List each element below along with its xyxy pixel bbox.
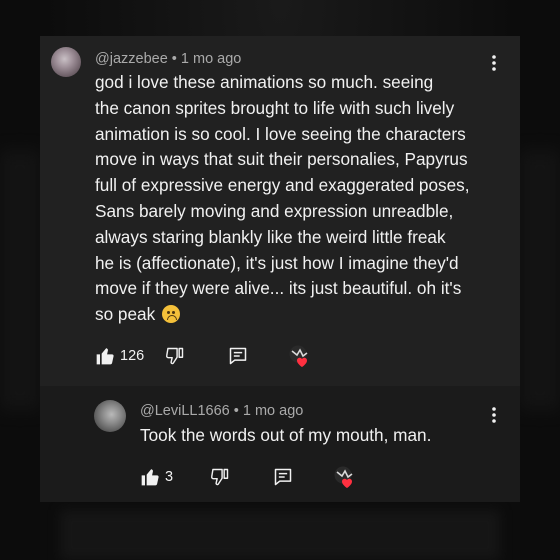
comment-body: god i love these animations so much. see…	[95, 72, 470, 325]
comment-meta: @jazzebee • 1 mo ago	[95, 51, 241, 67]
thumb-down-icon[interactable]	[210, 467, 230, 487]
creator-heart-icon	[289, 345, 311, 367]
reply-text: Took the words out of my mouth, man.	[140, 425, 432, 445]
like-count: 3	[165, 469, 174, 485]
avatar[interactable]	[51, 47, 81, 77]
meta-separator: •	[167, 51, 181, 67]
reply-meta: @LeviLL1666 • 1 mo ago	[140, 403, 303, 419]
reply-time[interactable]: 1 mo ago	[243, 403, 303, 419]
thumb-up-icon[interactable]	[140, 467, 160, 487]
comment-text: god i love these animations so much. see…	[95, 70, 505, 328]
thumb-down-icon[interactable]	[165, 346, 185, 366]
more-vert-icon[interactable]	[488, 406, 500, 424]
like-count: 126	[120, 348, 145, 364]
avatar[interactable]	[94, 400, 126, 432]
background-blur-strip	[520, 150, 560, 410]
comment-time[interactable]: 1 mo ago	[181, 51, 241, 67]
background-blur-strip	[60, 510, 500, 560]
meta-separator: •	[229, 403, 243, 419]
creator-heart-icon	[334, 466, 356, 488]
thumb-up-icon[interactable]	[95, 346, 115, 366]
reply-icon[interactable]	[228, 346, 248, 366]
author-handle[interactable]: @LeviLL1666	[140, 403, 230, 419]
author-handle[interactable]: @jazzebee	[95, 51, 168, 67]
reply-icon[interactable]	[273, 467, 293, 487]
more-vert-icon[interactable]	[488, 54, 500, 72]
background-blur-strip	[0, 150, 40, 410]
crying-face-emoji	[161, 305, 180, 324]
